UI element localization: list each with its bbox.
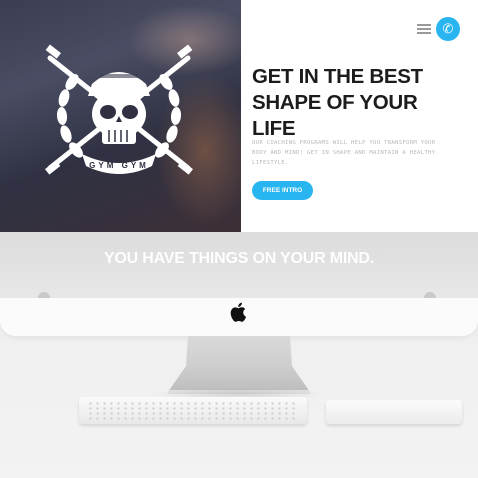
- magic-trackpad: [326, 400, 462, 424]
- desk-scene: GYM GYM ✆ GET IN THE BEST SHAPE OF YOUR …: [0, 0, 478, 478]
- free-intro-button[interactable]: FREE INTRO: [252, 181, 313, 200]
- gym-skull-logo: GYM GYM: [45, 44, 193, 175]
- monitor-stand: [168, 336, 310, 394]
- hero-gym-photo: GYM GYM: [0, 0, 241, 232]
- imac-monitor: GYM GYM ✆ GET IN THE BEST SHAPE OF YOUR …: [0, 0, 478, 336]
- hero-headline: GET IN THE BEST SHAPE OF YOUR LIFE: [252, 65, 423, 140]
- hamburger-menu-icon[interactable]: [417, 22, 431, 36]
- phone-icon[interactable]: ✆: [436, 17, 460, 41]
- website-screen: GYM GYM ✆ GET IN THE BEST SHAPE OF YOUR …: [0, 0, 478, 298]
- keyboard-keys: [87, 401, 299, 420]
- wireless-keyboard: [79, 397, 307, 424]
- mind-section-heading: YOU HAVE THINGS ON YOUR MIND.: [103, 250, 375, 267]
- hero-section: GYM GYM ✆ GET IN THE BEST SHAPE OF YOUR …: [0, 0, 478, 232]
- svg-text:GYM GYM: GYM GYM: [89, 161, 149, 170]
- hero-body-text: OUR COACHING PROGRAMS WILL HELP YOU TRAN…: [252, 140, 436, 166]
- apple-logo-icon: [230, 302, 247, 322]
